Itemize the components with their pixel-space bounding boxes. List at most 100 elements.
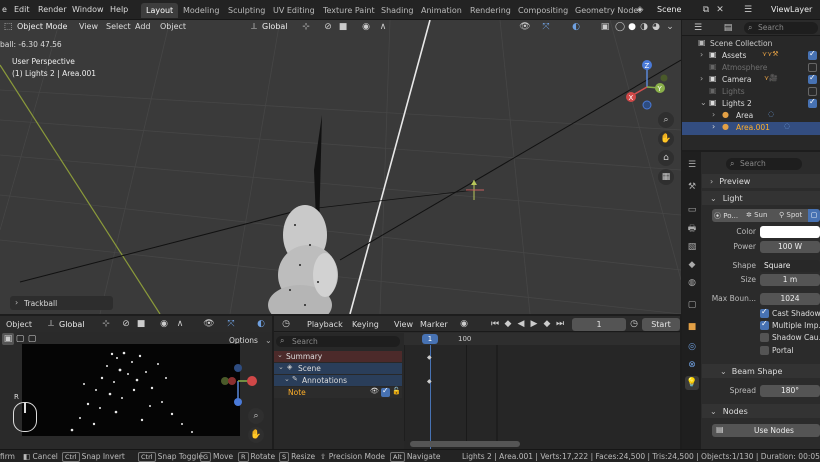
view-mode-icon-1[interactable]: ▣ <box>2 333 14 345</box>
tab-rendering[interactable]: Rendering <box>465 3 516 18</box>
tab-layout[interactable]: Layout <box>141 3 179 18</box>
pivot-icon[interactable]: ⊹ <box>100 318 112 330</box>
size-field[interactable]: 1 m <box>760 274 820 286</box>
exclude-checkbox[interactable] <box>808 49 817 60</box>
light-panel-header[interactable]: ⌄ Light <box>702 191 820 205</box>
rendered-shading-icon[interactable]: ◕ <box>650 21 662 33</box>
beam-shape-header[interactable]: ⌄ Beam Shape <box>702 364 820 378</box>
light-data-tab-icon[interactable]: 💡 <box>685 376 699 390</box>
properties-search-input[interactable]: Search <box>740 159 766 168</box>
light-type-area-icon[interactable]: ▢ <box>808 209 820 222</box>
outliner-search-input[interactable]: Search <box>758 23 784 32</box>
tab-compositing[interactable]: Compositing <box>513 3 573 18</box>
channel-checkbox[interactable] <box>381 386 390 397</box>
snap-icon[interactable]: ⊘ <box>120 318 132 330</box>
ortho-toggle-icon[interactable]: ▦ <box>658 169 674 185</box>
view-object-types-icon[interactable]: 👁 <box>519 21 531 33</box>
portal-row[interactable]: Portal <box>702 344 820 358</box>
scene-name[interactable]: Scene <box>657 5 681 14</box>
channel-search-input[interactable]: Search <box>292 337 318 346</box>
next-keyframe-icon[interactable]: ◆ <box>541 318 553 330</box>
overlay-toggle-icon[interactable]: ◐ <box>255 318 267 330</box>
channel-search[interactable]: ⌕ Search <box>276 336 400 347</box>
pan-hand-icon[interactable]: ✋ <box>658 131 674 147</box>
expand-chevron-icon[interactable]: › <box>712 122 715 131</box>
use-nodes-button[interactable]: ▤ Use Nodes <box>712 424 820 437</box>
collection-tab-icon[interactable]: ▢ <box>685 298 699 312</box>
tab-geometry-nodes[interactable]: Geometry Node <box>570 3 643 18</box>
delete-scene-icon[interactable]: ✕ <box>714 4 726 16</box>
falloff-icon[interactable]: ∧ <box>174 318 186 330</box>
menu-help[interactable]: Help <box>110 5 128 14</box>
output-tab-icon[interactable]: 🖶 <box>685 222 699 236</box>
menu-view[interactable]: View <box>79 22 98 31</box>
timeline-editor-icon[interactable]: ◷ <box>280 318 292 330</box>
outliner-editor-icon[interactable]: ☰ <box>692 22 704 34</box>
snap-target-icon[interactable]: ■ <box>135 318 147 330</box>
render-tab-icon[interactable]: ▭ <box>685 203 699 217</box>
proportional-edit-icon[interactable]: ◉ <box>158 318 170 330</box>
image-preview[interactable] <box>22 344 240 436</box>
prev-keyframe-icon[interactable]: ◆ <box>502 318 514 330</box>
tab-shading[interactable]: Shading <box>376 3 419 18</box>
menu-select[interactable]: Select <box>106 22 131 31</box>
scene-tab-icon[interactable]: ◆ <box>685 258 699 272</box>
portal-checkbox[interactable] <box>760 346 769 355</box>
navigation-gizmo[interactable]: Z X Y <box>620 58 676 114</box>
tab-texture-paint[interactable]: Texture Paint <box>318 3 380 18</box>
properties-search[interactable]: ⌕ Search <box>726 158 802 170</box>
light-type-sun[interactable]: ✲ Sun <box>746 211 767 219</box>
menu-window[interactable]: Window <box>72 5 104 14</box>
outliner-display-mode-icon[interactable]: ▤ <box>722 22 734 34</box>
start-field[interactable]: Start <box>642 318 680 331</box>
snap-target-icon[interactable]: ■ <box>337 21 349 33</box>
exclude-checkbox[interactable] <box>808 63 817 72</box>
material-shading-icon[interactable]: ◑ <box>638 21 650 33</box>
tab-uv-editing[interactable]: UV Editing <box>268 3 320 18</box>
physics-tab-icon[interactable]: ◎ <box>685 340 699 354</box>
shape-dropdown[interactable]: Square <box>760 260 820 272</box>
outliner-search[interactable]: ⌕ Search <box>744 22 818 34</box>
view-layer-name[interactable]: ViewLayer <box>771 5 812 14</box>
pivot-icon[interactable]: ⊹ <box>300 21 312 33</box>
gizmo-toggle-icon[interactable]: ⤧ <box>225 318 237 330</box>
channel-summary[interactable]: ⌄ Summary <box>274 351 402 362</box>
orientation-dropdown[interactable]: Global <box>59 320 85 329</box>
outliner-row-lights[interactable]: ▣ Lights <box>682 86 820 98</box>
image-nav-gizmo[interactable] <box>212 364 266 410</box>
solid-shading-icon[interactable]: ● <box>626 21 638 33</box>
record-icon[interactable]: ◉ <box>458 318 470 330</box>
tool-tab-icon[interactable]: ⚒ <box>685 180 699 194</box>
dope-sheet-timeline[interactable]: 1 100 ◆ ◆ <box>404 333 680 449</box>
tab-modeling[interactable]: Modeling <box>178 3 224 18</box>
current-frame-field[interactable]: 1 <box>572 318 626 331</box>
xray-icon[interactable]: ▣ <box>599 21 611 33</box>
visibility-icon[interactable]: 👁 <box>203 318 215 330</box>
outliner-row-camera[interactable]: › ▣ Camera ⋎🎥 <box>682 73 820 86</box>
color-swatch[interactable] <box>760 226 820 238</box>
menu-render[interactable]: Render <box>38 5 66 14</box>
jump-end-icon[interactable]: ⏭ <box>554 318 566 330</box>
horizontal-scrollbar[interactable] <box>410 441 520 447</box>
frame-ruler[interactable]: 1 100 <box>404 333 680 345</box>
power-field[interactable]: 100 W <box>760 241 820 253</box>
clock-icon[interactable]: ◷ <box>628 318 640 330</box>
playhead-frame[interactable]: 1 <box>422 334 438 344</box>
cast-shadow-checkbox[interactable] <box>760 307 769 318</box>
menu-file[interactable]: e <box>2 5 7 14</box>
overlay-toggle-icon[interactable]: ◐ <box>570 21 582 33</box>
wireframe-shading-icon[interactable]: ◯ <box>614 21 626 33</box>
object-menu[interactable]: Object <box>6 320 32 329</box>
play-reverse-icon[interactable]: ◀ <box>515 318 527 330</box>
keyframe-icon[interactable]: ◆ <box>427 378 432 385</box>
light-type-spot[interactable]: ⚲ Spot <box>779 211 802 219</box>
outliner-row-scene-collection[interactable]: ▣ Scene Collection <box>682 38 820 50</box>
gizmo-toggle-icon[interactable]: ⤧ <box>540 21 552 33</box>
shadow-caustics-row[interactable]: Shadow Cau... <box>702 331 820 345</box>
tab-sculpting[interactable]: Sculpting <box>223 3 270 18</box>
jump-start-icon[interactable]: ⏮ <box>489 318 501 330</box>
marker-menu[interactable]: Marker <box>420 320 448 329</box>
tab-animation[interactable]: Animation <box>416 3 467 18</box>
viewport-3d[interactable]: ⬚ Object Mode View Select Add Object ⟂ G… <box>0 20 681 314</box>
expand-chevron-icon[interactable]: › <box>712 110 715 119</box>
